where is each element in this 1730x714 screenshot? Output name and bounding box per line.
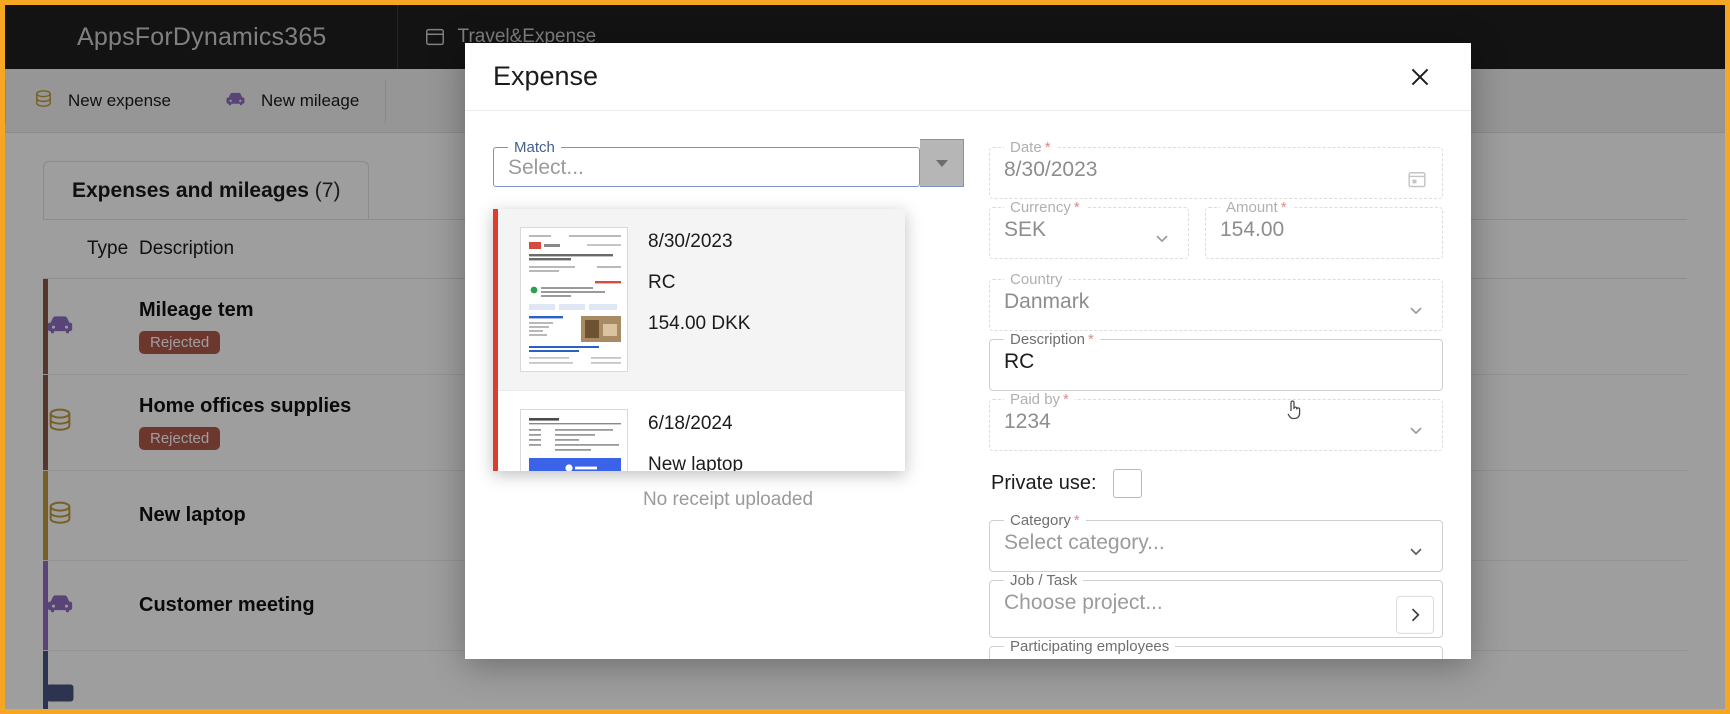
job-task-value: Choose project... bbox=[1004, 591, 1163, 614]
country-label: Country bbox=[1010, 271, 1063, 288]
match-option[interactable]: 8/30/2023 RC 154.00 DKK bbox=[498, 209, 905, 391]
currency-amount-row: Currency * SEK Amount * 154.00 bbox=[989, 199, 1443, 259]
row-type-cell bbox=[43, 374, 139, 471]
private-use-label: Private use: bbox=[991, 472, 1097, 494]
match-option-description: New laptop bbox=[648, 454, 744, 471]
match-option-meta: 6/18/2024 New laptop bbox=[648, 409, 743, 471]
participating-employees-field[interactable]: Participating employees Christa Geller ✖ bbox=[989, 638, 1443, 659]
chevron-down-icon[interactable] bbox=[1406, 300, 1428, 322]
description-label: Description * bbox=[1010, 331, 1094, 348]
car-icon bbox=[43, 316, 77, 345]
coins-icon bbox=[43, 501, 77, 534]
paid-by-field[interactable]: Paid by * 1234 bbox=[989, 391, 1443, 451]
status-badge: Rejected bbox=[139, 427, 221, 450]
amount-value: 154.00 bbox=[1220, 218, 1285, 241]
status-badge: Rejected bbox=[139, 331, 221, 354]
row-type-cell bbox=[43, 650, 139, 709]
private-use-row: Private use: bbox=[991, 469, 1443, 498]
job-task-label: Job / Task bbox=[1010, 572, 1078, 589]
receipt-column: Match Select... ? bbox=[493, 139, 1301, 659]
amount-field[interactable]: Amount * 154.00 bbox=[1205, 199, 1443, 259]
window-icon bbox=[424, 26, 446, 48]
car-icon bbox=[223, 86, 248, 116]
match-option-amount: 154.00 DKK bbox=[648, 313, 751, 334]
match-dropdown-list: 8/30/2023 RC 154.00 DKK 6/18/2024 New la… bbox=[493, 209, 905, 471]
paid-by-value: 1234 bbox=[1004, 410, 1051, 433]
calendar-icon[interactable] bbox=[1406, 168, 1428, 190]
modal-body: Match Select... ? bbox=[465, 111, 1471, 659]
column-header-type[interactable]: Type bbox=[43, 219, 139, 279]
tab-label: Expenses and mileages bbox=[72, 179, 309, 202]
private-use-checkbox[interactable] bbox=[1112, 469, 1142, 498]
chevron-down-icon[interactable] bbox=[1406, 420, 1428, 442]
match-select-wrapper: Match Select... bbox=[493, 139, 965, 187]
modal-header: Expense bbox=[465, 43, 1471, 111]
category-field[interactable]: Category * Select category... bbox=[989, 512, 1443, 572]
row-accent-bar bbox=[43, 651, 48, 709]
row-description-cell bbox=[139, 650, 659, 709]
coins-icon bbox=[43, 408, 77, 441]
date-value: 8/30/2023 bbox=[1004, 158, 1098, 181]
match-option-date: 6/18/2024 bbox=[648, 413, 733, 434]
modal-title: Expense bbox=[493, 61, 599, 91]
row-accent-bar bbox=[43, 279, 48, 374]
coins-icon bbox=[32, 87, 55, 115]
match-option-date: 8/30/2023 bbox=[648, 231, 733, 252]
chevron-down-icon bbox=[935, 159, 948, 167]
expense-modal: Expense Match Select... No receipt uploa… bbox=[465, 43, 1471, 659]
app-brand: AppsForDynamics365 bbox=[77, 22, 327, 51]
match-label: Match bbox=[514, 139, 555, 156]
receipt-empty-text: No receipt uploaded bbox=[642, 489, 814, 510]
row-type-cell bbox=[43, 560, 139, 651]
job-task-field[interactable]: Job / Task Choose project... bbox=[989, 572, 1443, 638]
participating-employees-label: Participating employees bbox=[1010, 638, 1170, 655]
command-bar-divider-right bbox=[385, 78, 387, 123]
row-type-cell bbox=[43, 470, 139, 561]
tab-count: (7) bbox=[314, 179, 341, 202]
amount-label: Amount * bbox=[1226, 199, 1287, 216]
card-icon bbox=[43, 684, 77, 709]
match-option-meta: 8/30/2023 RC 154.00 DKK bbox=[648, 227, 750, 335]
car-icon bbox=[43, 595, 77, 624]
page-root: AppsForDynamics365 Travel&Expense New ex… bbox=[0, 0, 1730, 714]
category-label: Category * bbox=[1010, 512, 1080, 529]
row-accent-bar bbox=[43, 471, 48, 560]
currency-field[interactable]: Currency * SEK bbox=[989, 199, 1189, 259]
country-field[interactable]: Country Danmark bbox=[989, 271, 1443, 331]
chevron-down-icon[interactable] bbox=[1152, 228, 1174, 250]
category-value: Select category... bbox=[1004, 531, 1165, 554]
row-receipt-cell bbox=[659, 650, 859, 709]
match-dropdown-toggle[interactable] bbox=[920, 139, 965, 187]
match-value: Select... bbox=[508, 156, 584, 179]
date-label: Date * bbox=[1010, 139, 1051, 156]
new-mileage-button[interactable]: New mileage bbox=[197, 69, 385, 133]
match-option-description: RC bbox=[648, 272, 676, 293]
match-select[interactable]: Match Select... bbox=[493, 139, 921, 187]
chevron-down-icon[interactable] bbox=[1406, 541, 1428, 563]
date-field[interactable]: Date * 8/30/2023 bbox=[989, 139, 1443, 199]
match-option[interactable]: 6/18/2024 New laptop bbox=[498, 391, 905, 471]
match-row: Match Select... ? bbox=[493, 139, 965, 187]
gmail-receipt-thumb bbox=[520, 227, 628, 372]
chevron-right-icon[interactable] bbox=[1396, 595, 1434, 634]
country-value: Danmark bbox=[1004, 290, 1090, 313]
paid-by-label: Paid by * bbox=[1010, 391, 1069, 408]
new-expense-button[interactable]: New expense bbox=[6, 69, 197, 133]
currency-label: Currency * bbox=[1010, 199, 1080, 216]
close-icon[interactable] bbox=[1403, 60, 1437, 94]
row-accent-bar bbox=[43, 561, 48, 650]
invoice-receipt-thumb bbox=[520, 409, 628, 471]
new-expense-label: New expense bbox=[68, 90, 172, 110]
new-mileage-label: New mileage bbox=[261, 90, 360, 110]
row-accent-bar bbox=[43, 375, 48, 470]
currency-value: SEK bbox=[1004, 218, 1047, 241]
row-spacer-cell bbox=[859, 650, 1687, 709]
table-row[interactable] bbox=[43, 650, 1687, 709]
row-type-cell bbox=[43, 278, 139, 375]
expense-form: Date * 8/30/2023 Currency * SEK Amount *… bbox=[989, 139, 1443, 659]
tab-expenses-and-mileages[interactable]: Expenses and mileages (7) bbox=[43, 161, 370, 219]
description-value: RC bbox=[1004, 350, 1035, 373]
description-field[interactable]: Description * RC bbox=[989, 331, 1443, 391]
